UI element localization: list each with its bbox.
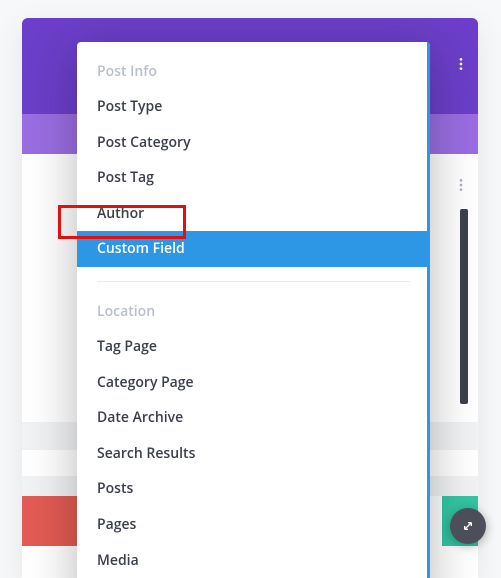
footer-button-cancel[interactable] bbox=[22, 496, 85, 546]
option-pages[interactable]: Pages bbox=[77, 507, 430, 543]
option-custom-field[interactable]: Custom Field bbox=[77, 231, 430, 267]
more-vertical-icon bbox=[453, 177, 469, 193]
expand-button[interactable] bbox=[450, 508, 486, 544]
option-tag-page[interactable]: Tag Page bbox=[77, 329, 430, 365]
option-author[interactable]: Author bbox=[77, 196, 430, 232]
option-category-page[interactable]: Category Page bbox=[77, 365, 430, 401]
popup-inner: Post Info Post Type Post Category Post T… bbox=[77, 42, 430, 578]
dropdown-popup: Post Info Post Type Post Category Post T… bbox=[77, 42, 430, 578]
more-options-body[interactable] bbox=[450, 171, 472, 199]
option-posts[interactable]: Posts bbox=[77, 471, 430, 507]
more-vertical-icon bbox=[453, 56, 469, 72]
option-post-tag[interactable]: Post Tag bbox=[77, 160, 430, 196]
option-media[interactable]: Media bbox=[77, 543, 430, 578]
section-divider bbox=[97, 281, 410, 282]
popup-scrollbar[interactable] bbox=[427, 42, 430, 578]
panel-container: Post Info Post Type Post Category Post T… bbox=[22, 18, 478, 578]
section-title-location: Location bbox=[77, 296, 430, 329]
option-date-archive[interactable]: Date Archive bbox=[77, 400, 430, 436]
outer-scrollbar[interactable] bbox=[460, 209, 468, 404]
option-post-type[interactable]: Post Type bbox=[77, 89, 430, 125]
expand-icon bbox=[460, 518, 476, 534]
section-title-post-info: Post Info bbox=[77, 56, 430, 89]
more-options-header[interactable] bbox=[450, 50, 472, 78]
option-search-results[interactable]: Search Results bbox=[77, 436, 430, 472]
option-post-category[interactable]: Post Category bbox=[77, 125, 430, 161]
